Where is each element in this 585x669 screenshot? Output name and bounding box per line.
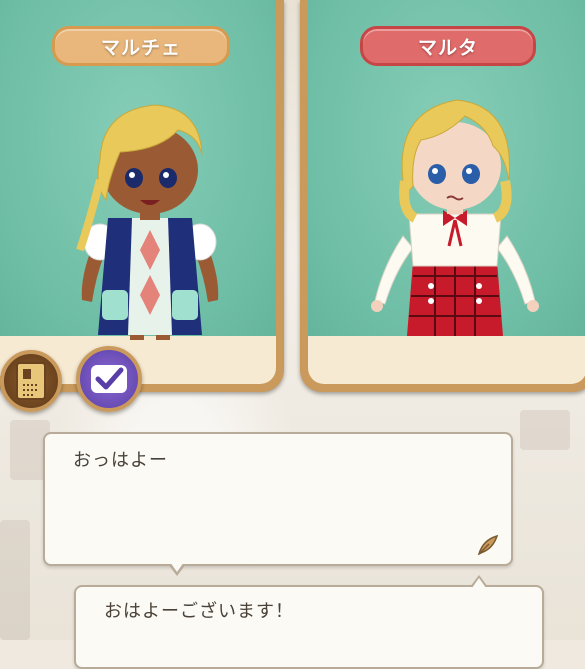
check-icon bbox=[91, 365, 127, 393]
dialogue-bubble-top[interactable]: おっはよー bbox=[43, 432, 513, 576]
background-wall bbox=[0, 520, 30, 640]
dialogue-bubble-bottom[interactable]: おはよーございます！ bbox=[74, 575, 544, 669]
speaker-name-right: マルタ bbox=[360, 26, 536, 66]
quill-icon bbox=[477, 534, 499, 556]
bubble-tail bbox=[168, 562, 186, 576]
dialogue-line-2: おはよーございます！ bbox=[104, 601, 294, 622]
confirm-button[interactable] bbox=[76, 346, 142, 412]
character-marta bbox=[371, 99, 539, 336]
log-book-button[interactable] bbox=[0, 350, 62, 412]
character-marche bbox=[76, 104, 219, 340]
dialogue-line-1: おっはよー bbox=[73, 450, 168, 471]
background-table bbox=[520, 410, 570, 450]
book-icon bbox=[16, 362, 46, 400]
speaker-name-left: マルチェ bbox=[52, 26, 230, 66]
bubble-tail bbox=[470, 575, 488, 588]
